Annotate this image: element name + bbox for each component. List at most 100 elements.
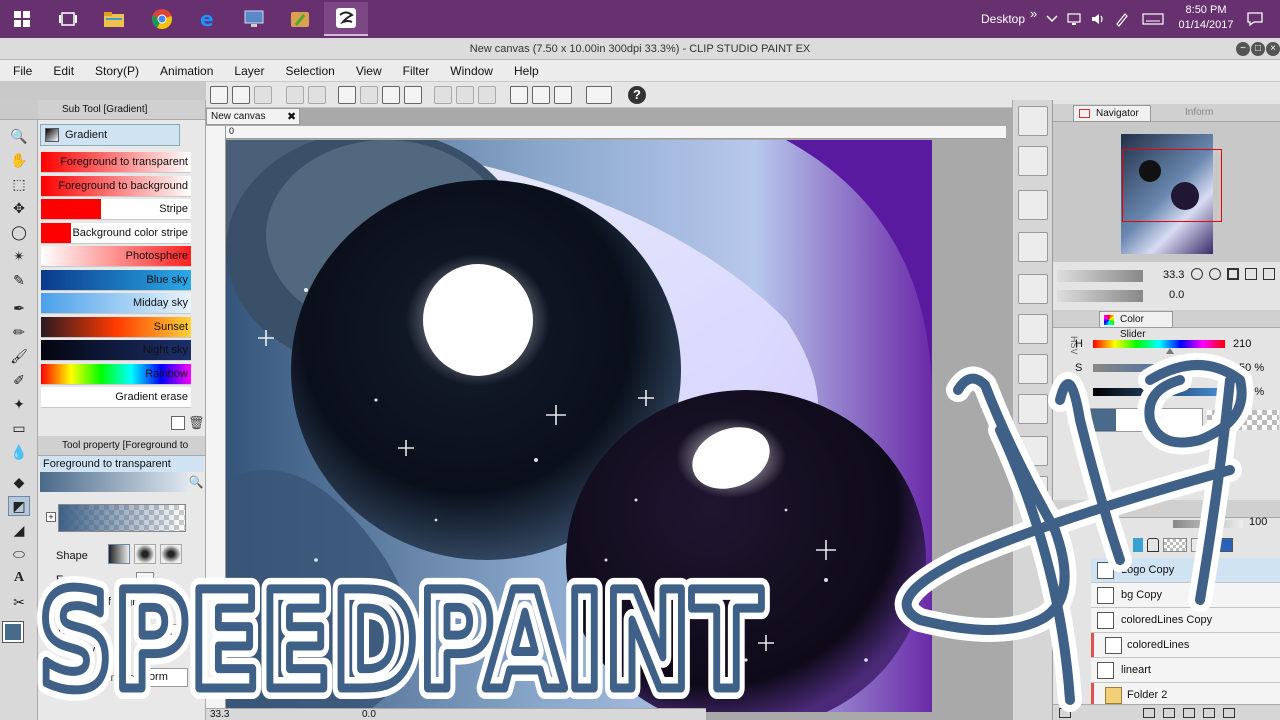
layer-row[interactable]: Logo Copy [1091,558,1280,583]
menu-help[interactable]: Help [501,60,547,82]
layer-visibility-eye-icon[interactable]: ● [1059,664,1071,676]
menu-file[interactable]: File [0,60,40,82]
layer-row[interactable]: ● coloredLines Copy [1062,608,1280,633]
new-file-icon[interactable] [210,86,228,104]
status-zoom-value[interactable]: 33.3 [210,709,229,720]
gradient-preset-item[interactable]: Background color stripe [41,222,191,244]
gradient-editor-bar[interactable] [58,504,186,532]
notifications-icon[interactable] [1246,0,1264,38]
saturation-slider-thumb[interactable] [1155,372,1163,378]
flip-icon[interactable] [1263,268,1275,280]
gradient-preset-item[interactable]: Rainbow [41,363,191,385]
saturation-value[interactable]: 50 % [1239,362,1264,374]
trash-icon[interactable]: 🗑 [188,416,205,430]
layer-opacity-slider[interactable] [1173,520,1243,528]
gradient-preset-item[interactable]: Stripe [41,199,191,220]
new-raster-layer-icon[interactable] [1143,707,1155,718]
artwork[interactable] [226,140,932,712]
tray-overflow-chevron[interactable]: » [1030,0,1037,32]
text-tool-icon[interactable]: A [8,568,30,588]
new-folder-icon[interactable] [1183,707,1195,718]
auto-select-tool-icon[interactable]: ✴ [8,246,30,266]
menu-view[interactable]: View [343,60,390,82]
edge-button[interactable]: e [186,2,230,36]
tray-desktop-label[interactable]: Desktop [981,0,1025,38]
material-icon-6[interactable] [1018,314,1048,344]
gradient-preset-item[interactable]: Night sky [41,340,191,361]
opacity-value[interactable]: 100 [144,648,162,660]
lock-layer-icon[interactable] [1147,538,1159,552]
property-zoom-icon[interactable]: 🔍 [188,474,204,490]
snap-special-ruler-icon[interactable] [532,86,550,104]
gradient-preset-item[interactable]: Photosphere [41,246,191,267]
transform-icon[interactable] [404,86,422,104]
layer-row[interactable]: bg Copy [1091,583,1280,608]
volume-icon[interactable] [1090,0,1106,38]
menu-edit[interactable]: Edit [40,60,82,82]
actual-size-icon[interactable] [1227,268,1239,280]
hue-slider[interactable] [1093,340,1225,348]
zoom-out-icon[interactable] [1209,268,1221,280]
navigator-zoom-value[interactable]: 33.3 [1163,269,1184,281]
material-icon-2[interactable] [1018,146,1048,176]
redo-icon[interactable] [308,86,326,104]
deselect-icon[interactable] [360,86,378,104]
gradient-preset-item[interactable]: Foreground to background [41,175,191,197]
hue-slider-thumb[interactable] [1165,348,1174,354]
information-tab[interactable]: Information [1157,105,1213,122]
menu-layer[interactable]: Layer [221,60,272,82]
combine-mode-select[interactable]: Norm [136,668,188,687]
clip-layer-icon[interactable] [1133,538,1143,552]
zoom-in-icon[interactable] [1191,268,1203,280]
airbrush-tool-icon[interactable]: ✐ [8,370,30,390]
gradient-preset-item[interactable]: Sunset [41,316,191,338]
close-button[interactable]: × [1266,42,1280,56]
fill-tool-icon[interactable]: ◆ [8,472,30,492]
navigator-tab[interactable]: Navigator [1073,105,1151,122]
pen-tool-icon[interactable]: ✒ [8,298,30,318]
minimize-button[interactable]: − [1236,42,1250,56]
layer-row[interactable]: ● coloredLines [1062,633,1280,658]
fit-icon[interactable] [1245,268,1257,280]
decoration-tool-icon[interactable]: ✦ [8,394,30,414]
navigator-preview-area[interactable] [1053,122,1280,262]
menu-filter[interactable]: Filter [390,60,438,82]
task-view-button[interactable] [46,2,90,36]
hand-tool-icon[interactable]: ✋ [8,150,30,170]
gradient-preset-item[interactable]: Foreground to transparent [41,152,191,173]
help-icon[interactable]: ? [628,86,646,104]
rotate-slider[interactable] [1057,290,1143,302]
crop-icon[interactable] [456,86,474,104]
delete-layer-icon[interactable] [1223,707,1235,718]
layer-color-icon[interactable] [1219,538,1233,552]
edge-repeat-button[interactable] [136,572,154,590]
main-color-swatch[interactable] [2,621,24,643]
fill-icon[interactable] [382,86,400,104]
app-button-paint[interactable] [278,2,322,36]
eraser-tool-icon[interactable]: ▭ [8,418,30,438]
gradient-preset-item[interactable]: Blue sky [41,269,191,291]
snap-ruler-icon[interactable] [510,86,528,104]
start-button[interactable] [0,2,44,36]
menu-animation[interactable]: Animation [147,60,221,82]
reference-layer-icon[interactable] [1191,538,1215,552]
app-button-monitor[interactable] [232,2,276,36]
layer-visibility-eye-icon[interactable] [1059,589,1071,601]
lock-transparency-icon[interactable] [1163,538,1187,552]
new-vector-layer-icon[interactable] [1163,707,1175,718]
new-subtool-icon[interactable] [171,416,185,430]
layer-visibility-eye-icon[interactable]: ● [1059,614,1071,626]
menu-window[interactable]: Window [437,60,501,82]
material-icon-8[interactable] [1018,394,1048,424]
material-icon-4[interactable] [1018,232,1048,262]
vertical-ruler[interactable] [206,126,226,720]
file-explorer-button[interactable] [92,2,136,36]
value-value[interactable]: 50 % [1239,386,1264,398]
maximize-button[interactable]: □ [1251,42,1265,56]
horizontal-ruler[interactable]: 0 [226,126,1006,139]
gradient-tool-icon[interactable]: ◩ [8,496,30,516]
canvas-tab[interactable]: New canvas ✖ [206,108,300,125]
expand-gradient-icon[interactable]: + [46,512,56,522]
zoom-tool-icon[interactable]: 🔍 [8,126,30,146]
display-options-icon[interactable] [586,86,612,104]
